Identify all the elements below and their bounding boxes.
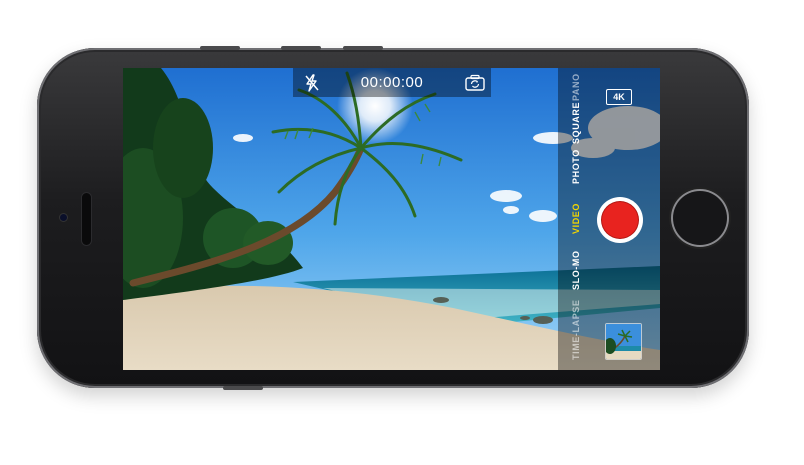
power-button (223, 386, 263, 390)
mode-video[interactable]: VIDEO (571, 203, 581, 234)
volume-up-button (281, 46, 321, 50)
camera-top-bar: 00:00:00 (293, 68, 491, 97)
record-button[interactable] (597, 197, 643, 243)
mode-pano[interactable]: PANO (571, 73, 581, 101)
recording-timer: 00:00:00 (360, 74, 424, 91)
front-camera-lens (60, 214, 67, 221)
mute-switch (200, 46, 240, 50)
last-photo-thumbnail[interactable] (605, 323, 642, 360)
thumbnail-image (606, 324, 641, 359)
mode-slo-mo[interactable]: SLO-MO (571, 250, 581, 290)
mode-photo[interactable]: PHOTO (571, 149, 581, 184)
earpiece-speaker (82, 193, 91, 245)
home-button[interactable] (673, 191, 727, 245)
volume-down-button (343, 46, 383, 50)
camera-controls: PANO SQUARE PHOTO VIDEO SLO-MO TIME-LAPS… (558, 68, 660, 370)
mode-square[interactable]: SQUARE (571, 102, 581, 144)
record-button-core (602, 202, 638, 238)
mode-time-lapse[interactable]: TIME-LAPSE (571, 299, 581, 360)
camera-screen: 00:00:00 PANO SQUARE PHOTO VIDEO SLO-MO … (123, 68, 660, 370)
resolution-badge[interactable]: 4K (606, 89, 632, 105)
camera-switch-icon[interactable] (465, 74, 485, 91)
